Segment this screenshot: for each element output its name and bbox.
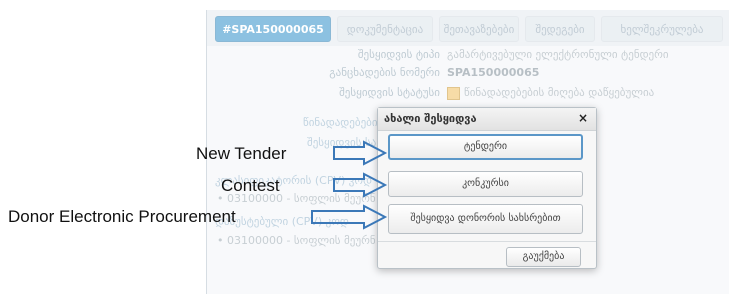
arrow-new-tender-icon xyxy=(333,140,388,166)
arrow-contest-icon xyxy=(333,172,388,198)
annotation-arrows xyxy=(311,140,388,230)
arrow-donor-icon xyxy=(311,204,388,230)
